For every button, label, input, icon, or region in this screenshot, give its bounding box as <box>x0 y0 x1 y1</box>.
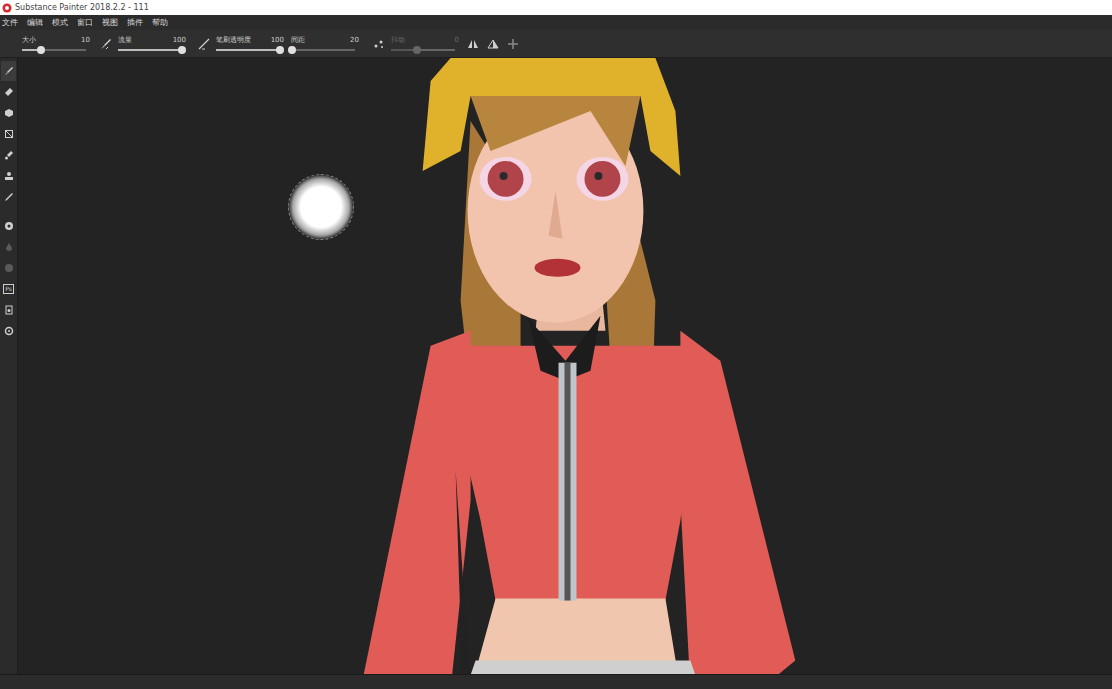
option-label: 抖动 <box>391 37 405 44</box>
export-icon <box>4 305 14 315</box>
photoshop-export-label: Ps <box>3 284 14 293</box>
workspace: Ps <box>0 58 1112 674</box>
option-slider[interactable]: 间距 20 <box>291 37 359 51</box>
option-label: 笔刷透明度 <box>216 37 251 44</box>
polyfill-icon <box>4 129 14 139</box>
color-picker-icon <box>4 192 14 202</box>
material-picker-icon <box>4 221 14 231</box>
status-bar <box>0 674 1112 689</box>
tool-button[interactable] <box>1 166 16 186</box>
3d-viewport[interactable] <box>18 58 1112 674</box>
tool-options-bar: 大小 10 流量 100 笔刷透明度 100 间距 20 抖动 0 <box>0 30 1112 58</box>
tool-bar: Ps <box>0 58 18 674</box>
slider-track[interactable] <box>118 49 182 51</box>
eraser-icon <box>4 87 14 97</box>
slider-fill <box>216 49 280 51</box>
slider-track[interactable] <box>22 49 86 51</box>
window-title: Substance Painter 2018.2.2 - 111 <box>15 3 149 12</box>
menu-item[interactable]: 插件 <box>127 19 143 27</box>
menu-item[interactable]: 模式 <box>52 19 68 27</box>
slider-track[interactable] <box>216 49 280 51</box>
menu-item[interactable]: 文件 <box>2 19 18 27</box>
brush-icon <box>4 66 14 76</box>
menu-item[interactable]: 编辑 <box>27 19 43 27</box>
option-slider[interactable]: 流量 100 <box>118 37 186 51</box>
tool-button[interactable] <box>1 61 16 81</box>
tool-button[interactable] <box>1 216 16 236</box>
option-value: 20 <box>350 37 359 44</box>
title-bar: Substance Painter 2018.2.2 - 111 <box>0 0 1112 15</box>
option-value: 0 <box>455 37 459 44</box>
slider-track[interactable] <box>391 49 455 51</box>
slider-track[interactable] <box>291 49 355 51</box>
brush-flow-icon[interactable] <box>100 38 112 50</box>
menu-item[interactable]: 帮助 <box>152 19 168 27</box>
slider-thumb[interactable] <box>413 46 421 54</box>
option-slider[interactable]: 笔刷透明度 100 <box>216 37 284 51</box>
slider-thumb[interactable] <box>178 46 186 54</box>
stroke-opacity-icon[interactable] <box>198 38 210 50</box>
option-label: 流量 <box>118 37 132 44</box>
brush-cursor <box>288 174 354 240</box>
slider-thumb[interactable] <box>288 46 296 54</box>
menu-bar: 文件 编辑 模式 窗口 视图 插件 帮助 <box>0 15 1112 30</box>
symmetry-options-icon[interactable] <box>507 39 519 49</box>
character-model <box>18 58 1112 674</box>
tool-button[interactable]: Ps <box>1 279 16 299</box>
option-value: 10 <box>81 37 90 44</box>
settings-icon <box>4 326 14 336</box>
app-window: Substance Painter 2018.2.2 - 111 文件 编辑 模式 窗口… <box>0 0 1112 689</box>
mirror-y-icon[interactable] <box>487 39 499 49</box>
projection-icon <box>4 108 14 118</box>
disc-icon <box>4 263 14 273</box>
slider-thumb[interactable] <box>276 46 284 54</box>
option-slider: 抖动 0 <box>391 37 459 51</box>
option-label: 大小 <box>22 37 36 44</box>
tool-button[interactable] <box>1 82 16 102</box>
tool-button[interactable] <box>1 300 16 320</box>
tool-button <box>1 237 16 257</box>
menu-item[interactable]: 视图 <box>102 19 118 27</box>
tool-button[interactable] <box>1 145 16 165</box>
tool-button[interactable] <box>1 187 16 207</box>
tool-button <box>1 258 16 278</box>
smudge-icon <box>4 150 14 160</box>
option-slider[interactable]: 大小 10 <box>22 37 90 51</box>
option-label: 间距 <box>291 37 305 44</box>
option-value: 100 <box>173 37 186 44</box>
mirror-x-icon[interactable] <box>467 39 479 49</box>
menu-item[interactable]: 窗口 <box>77 19 93 27</box>
option-value: 100 <box>271 37 284 44</box>
slider-fill <box>118 49 182 51</box>
tool-button[interactable] <box>1 124 16 144</box>
tool-button[interactable] <box>1 321 16 341</box>
symmetry-controls <box>467 39 519 49</box>
app-logo-icon <box>2 3 12 13</box>
slider-thumb[interactable] <box>37 46 45 54</box>
jitter-icon[interactable] <box>373 38 385 50</box>
drop-icon <box>4 242 14 252</box>
tool-button[interactable] <box>1 103 16 123</box>
clone-stamp-icon <box>4 171 14 181</box>
